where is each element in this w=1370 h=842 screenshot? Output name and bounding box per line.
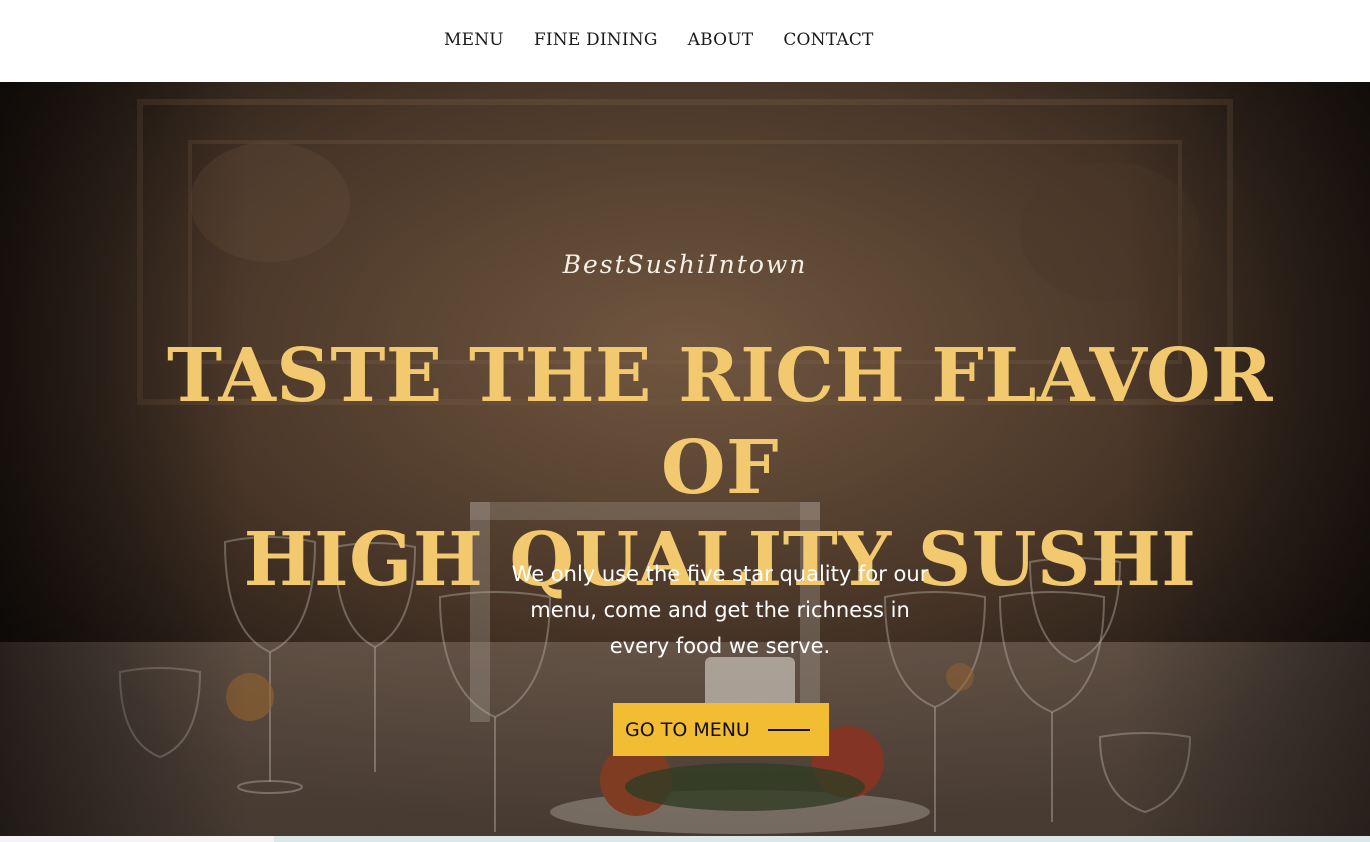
hero-headline-line-1: Taste the rich flavor of — [166, 333, 1274, 511]
nav-item-contact[interactable]: CONTACT — [783, 29, 873, 51]
top-navigation: MENU FINE DINING ABOUT CONTACT — [0, 0, 1370, 82]
hero-description: We only use the five star quality for ou… — [511, 562, 929, 658]
nav-item-about[interactable]: ABOUT — [688, 29, 754, 51]
go-to-menu-button[interactable]: GO TO MENU — [613, 703, 829, 756]
arrow-line-icon — [767, 728, 810, 731]
section-divider — [0, 836, 1370, 842]
hero-section: BestSushiIntown Taste the rich flavor of… — [0, 82, 1370, 842]
nav-item-menu[interactable]: MENU — [444, 29, 504, 51]
go-to-menu-label: GO TO MENU — [625, 718, 750, 741]
hero-tagline: BestSushiIntown — [562, 250, 808, 279]
nav-item-fine-dining[interactable]: FINE DINING — [534, 29, 658, 51]
nav-links: MENU FINE DINING ABOUT CONTACT — [444, 29, 904, 51]
